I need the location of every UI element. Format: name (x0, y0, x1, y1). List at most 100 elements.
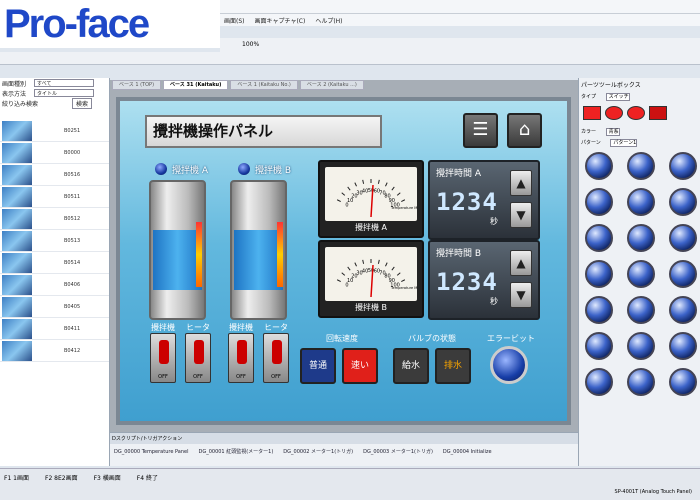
script-item[interactable]: DG_00000 Temperature Panel (114, 449, 188, 455)
sort-select[interactable]: タイトル (34, 89, 95, 97)
part-button[interactable] (585, 296, 613, 324)
tab-kaitaku[interactable]: ベース 31 (Kaitaku) (163, 80, 229, 90)
mixer-a-toggle[interactable]: OFF (150, 333, 176, 383)
meter-a-dial: 0102030405060708090100Temperature Monito… (325, 167, 428, 221)
part-button[interactable] (669, 188, 697, 216)
meter-a-label: 攪拌機 A (354, 223, 387, 232)
screen-thumbnail-item[interactable]: B0411 (0, 318, 109, 340)
color-swatches (579, 102, 700, 126)
function-key[interactable]: F3 横画面 (94, 473, 121, 482)
screen-list-panel: 画面種別 すべて 表示方法 タイトル 絞り込み検索 検索 B0251 B0000 B051… (0, 78, 110, 466)
parts-grid (579, 148, 700, 400)
part-button[interactable] (627, 260, 655, 288)
red-round-swatch[interactable] (605, 106, 623, 120)
screen-thumbnail-item[interactable]: B0251 (0, 120, 109, 142)
timer-a-up-button[interactable]: ▲ (510, 170, 532, 196)
toolbar-drawing (0, 52, 700, 65)
speed-fast-button[interactable]: 速い (342, 348, 378, 384)
function-key[interactable]: F4 終了 (137, 473, 158, 482)
script-tab[interactable]: Dスクリプト/トリガアクション (110, 433, 578, 444)
part-button[interactable] (585, 368, 613, 396)
timer-b-label: 攪拌時間 B (436, 249, 482, 259)
screen-thumbnail-item[interactable]: B0000 (0, 142, 109, 164)
part-button[interactable] (585, 260, 613, 288)
mixer-b-tank (230, 180, 287, 320)
part-button[interactable] (627, 224, 655, 252)
timer-b-down-button[interactable]: ▼ (510, 282, 532, 308)
part-button[interactable] (585, 152, 613, 180)
heater-a-toggle[interactable]: OFF (185, 333, 211, 383)
part-button[interactable] (627, 188, 655, 216)
type-select[interactable]: スイッチ (605, 93, 630, 101)
part-button[interactable] (669, 260, 697, 288)
menu-capture[interactable]: 画面キャプチャ(C) (255, 16, 306, 25)
screen-thumbnail (2, 274, 32, 295)
part-button[interactable] (669, 224, 697, 252)
screen-thumbnail-item[interactable]: B0513 (0, 230, 109, 252)
script-item[interactable]: DG_00003 メーター1(トリガ) (363, 448, 433, 455)
part-button[interactable] (627, 296, 655, 324)
part-button[interactable] (627, 332, 655, 360)
color-select[interactable]: 青系 (605, 128, 620, 136)
part-button[interactable] (669, 368, 697, 396)
part-button[interactable] (627, 152, 655, 180)
gauge-tick (336, 279, 341, 283)
gauge-tick (377, 259, 380, 264)
screen-thumbnail-item[interactable]: B0514 (0, 252, 109, 274)
valve-fill-button[interactable]: 給水 (393, 348, 429, 384)
timer-a-label: 攪拌時間 A (436, 169, 482, 179)
screen-id: B0514 (64, 259, 81, 266)
screen-thumbnail-item[interactable]: B0412 (0, 340, 109, 362)
red-square-swatch[interactable] (583, 106, 601, 120)
script-list: DG_00000 Temperature Panel DG_00001 紅頭監視(… (110, 444, 578, 459)
menu-list-button[interactable]: ☰ (463, 113, 498, 148)
tab-kaitaku-2[interactable]: ベース 2 (Kaitaku ...) (299, 80, 364, 90)
part-button[interactable] (669, 332, 697, 360)
switch-label-mixer-a: 攪拌機 (151, 323, 175, 332)
screen-thumbnail-item[interactable]: B0516 (0, 164, 109, 186)
gauge-tick (396, 192, 401, 196)
screen-thumbnail (2, 230, 32, 251)
timer-a-down-button[interactable]: ▼ (510, 202, 532, 228)
menu-screen[interactable]: 画面(S) (224, 16, 245, 25)
gauge-tick (385, 262, 388, 267)
tab-top[interactable]: ベース 1 (TOP) (112, 80, 162, 90)
zoom-select[interactable]: 100% (242, 41, 259, 48)
search-button[interactable]: 検索 (72, 97, 93, 109)
timer-a: 攪拌時間 A 1234 秒 ▲ ▼ (428, 160, 540, 240)
part-button[interactable] (669, 152, 697, 180)
filter-select[interactable]: すべて (34, 79, 95, 87)
heater-b-toggle[interactable]: OFF (263, 333, 289, 383)
screen-thumbnail-item[interactable]: B0405 (0, 296, 109, 318)
timer-b-up-button[interactable]: ▲ (510, 250, 532, 276)
screen-thumbnail-item[interactable]: B0406 (0, 274, 109, 296)
part-button[interactable] (585, 224, 613, 252)
function-key[interactable]: F2 8E2画面 (45, 473, 78, 482)
script-item[interactable]: DG_00004 Initialize (443, 449, 492, 455)
menu-help[interactable]: ヘルプ(H) (315, 16, 342, 25)
screen-thumbnail-item[interactable]: B0511 (0, 186, 109, 208)
part-button[interactable] (585, 332, 613, 360)
screen-id: B0511 (64, 193, 81, 200)
function-key[interactable]: F1 1画面 (4, 473, 29, 482)
part-button[interactable] (669, 296, 697, 324)
speed-normal-button[interactable]: 普通 (300, 348, 336, 384)
pattern-select[interactable]: パターン1 (610, 139, 638, 147)
home-button[interactable]: ⌂ (507, 113, 542, 148)
gauge-tick (354, 182, 357, 187)
red-bar-swatch[interactable] (649, 106, 667, 120)
screen-thumbnail-item[interactable]: B0512 (0, 208, 109, 230)
part-button[interactable] (585, 188, 613, 216)
red-circle-swatch[interactable] (627, 106, 645, 120)
part-button[interactable] (627, 368, 655, 396)
tab-kaitaku-no[interactable]: ベース 1 (Kaitaku No.) (230, 80, 298, 90)
timer-b-value: 1234 (436, 268, 498, 296)
gauge-tick (391, 186, 395, 191)
timer-a-unit: 秒 (490, 217, 498, 226)
script-item[interactable]: DG_00002 メーター1(トリガ) (283, 448, 353, 455)
screen-thumbnail (2, 340, 32, 361)
script-item[interactable]: DG_00001 紅頭監視(メーター1) (198, 448, 273, 455)
toolbar-top: 100% (220, 38, 700, 52)
valve-drain-button[interactable]: 排水 (435, 348, 471, 384)
mixer-b-toggle[interactable]: OFF (228, 333, 254, 383)
